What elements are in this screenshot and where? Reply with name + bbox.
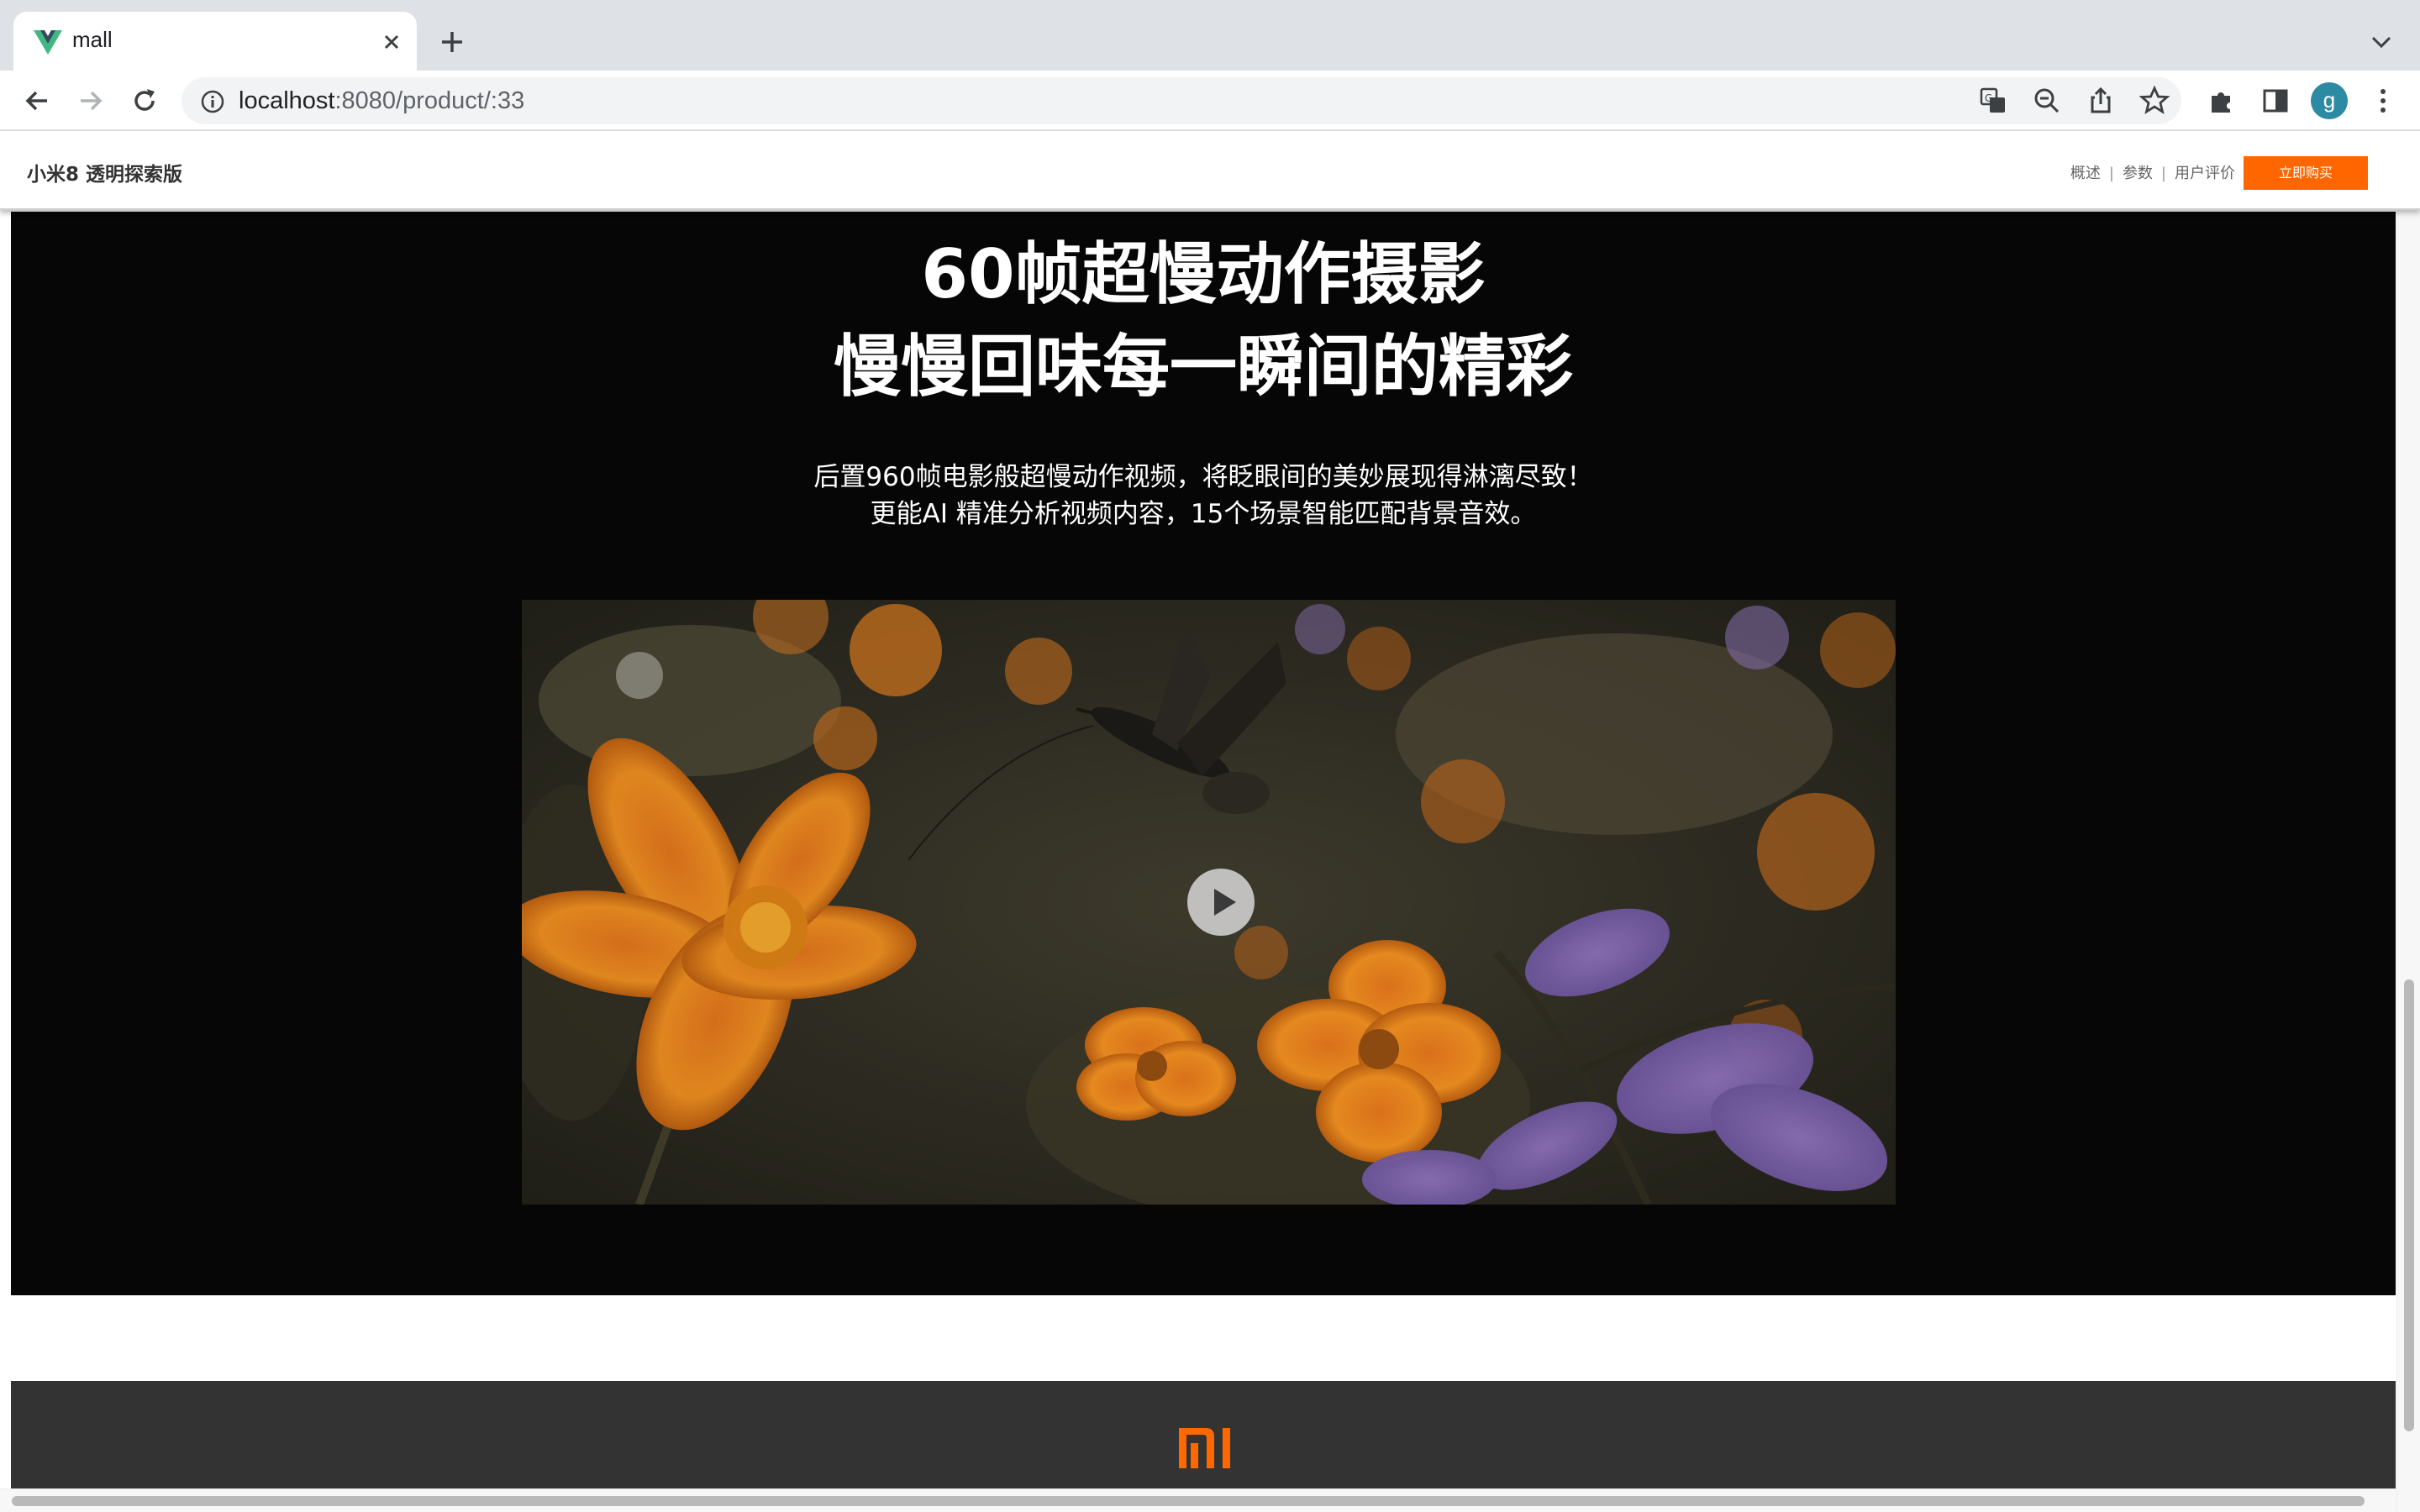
url-text[interactable]: localhost:8080/product/:33 <box>239 87 524 115</box>
browser-tabstrip: mall <box>0 0 2420 71</box>
nav-link-specs[interactable]: 参数 <box>2123 161 2153 183</box>
close-icon[interactable] <box>380 30 403 54</box>
product-name: 小米8 透明探索版 <box>27 164 183 186</box>
browser-tab[interactable]: mall <box>13 12 417 71</box>
vertical-scrollbar-thumb[interactable] <box>2404 979 2414 1431</box>
url-host: localhost <box>239 87 335 114</box>
product-nav-links: 概述 | 参数 | 用户评价 <box>2070 161 2235 183</box>
share-icon[interactable] <box>2084 84 2118 118</box>
svg-text:G: G <box>1985 92 1992 104</box>
vertical-scrollbar[interactable] <box>2396 133 2420 1512</box>
profile-avatar[interactable]: g <box>2311 82 2348 119</box>
tab-title: mall <box>72 27 113 52</box>
extensions-icon[interactable] <box>2205 84 2238 118</box>
feature-headline-line2: 慢慢回味每一瞬间的精彩 <box>834 328 1573 406</box>
bookmark-star-icon[interactable] <box>2138 84 2171 118</box>
forward-icon[interactable] <box>74 84 108 118</box>
side-panel-icon[interactable] <box>2259 84 2292 118</box>
nav-link-overview[interactable]: 概述 <box>2070 161 2101 183</box>
browser-toolbar: localhost:8080/product/:33 G g <box>0 71 2420 131</box>
back-icon[interactable] <box>20 84 54 118</box>
horizontal-scrollbar[interactable] <box>0 1488 2396 1512</box>
info-icon[interactable] <box>200 89 225 114</box>
buy-now-button[interactable]: 立即购买 <box>2244 156 2368 190</box>
vue-logo-icon <box>34 30 62 55</box>
more-menu-icon[interactable] <box>2366 84 2400 118</box>
chevron-down-icon[interactable] <box>2368 30 2395 54</box>
product-nav-bar: 小米8 透明探索版 概述 | 参数 | 用户评价 立即购买 <box>0 133 2420 210</box>
zoom-out-icon[interactable] <box>2030 84 2064 118</box>
translate-icon[interactable]: G <box>1976 84 2010 118</box>
play-icon[interactable] <box>1186 867 1256 937</box>
nav-link-reviews[interactable]: 用户评价 <box>2175 161 2235 183</box>
nav-separator: | <box>2160 165 2166 182</box>
nav-separator: | <box>2108 165 2114 182</box>
slow-motion-feature-section: 60帧超慢动作摄影 慢慢回味每一瞬间的精彩 后置960帧电影般超慢动作视频，将眨… <box>11 212 2396 1295</box>
section-spacer <box>11 1295 2396 1381</box>
feature-description-line2: 更能AI 精准分析视频内容，15个场景智能匹配背景音效。 <box>870 499 1537 529</box>
reload-icon[interactable] <box>128 84 161 118</box>
mi-logo-icon[interactable] <box>1177 1426 1239 1470</box>
feature-headline-line1: 60帧超慢动作摄影 <box>921 235 1486 313</box>
page-viewport: 小米8 透明探索版 概述 | 参数 | 用户评价 立即购买 60帧超慢动作摄影 慢慢回味… <box>0 133 2420 1512</box>
address-bar[interactable]: localhost:8080/product/:33 G <box>182 77 2181 124</box>
new-tab-icon[interactable] <box>437 27 467 57</box>
feature-description-line1: 后置960帧电影般超慢动作视频，将眨眼间的美妙展现得淋漓尽致！ <box>813 462 1593 492</box>
video-player[interactable] <box>522 600 1896 1205</box>
horizontal-scrollbar-thumb[interactable] <box>12 1496 2365 1506</box>
url-path: :8080/product/:33 <box>334 87 525 114</box>
